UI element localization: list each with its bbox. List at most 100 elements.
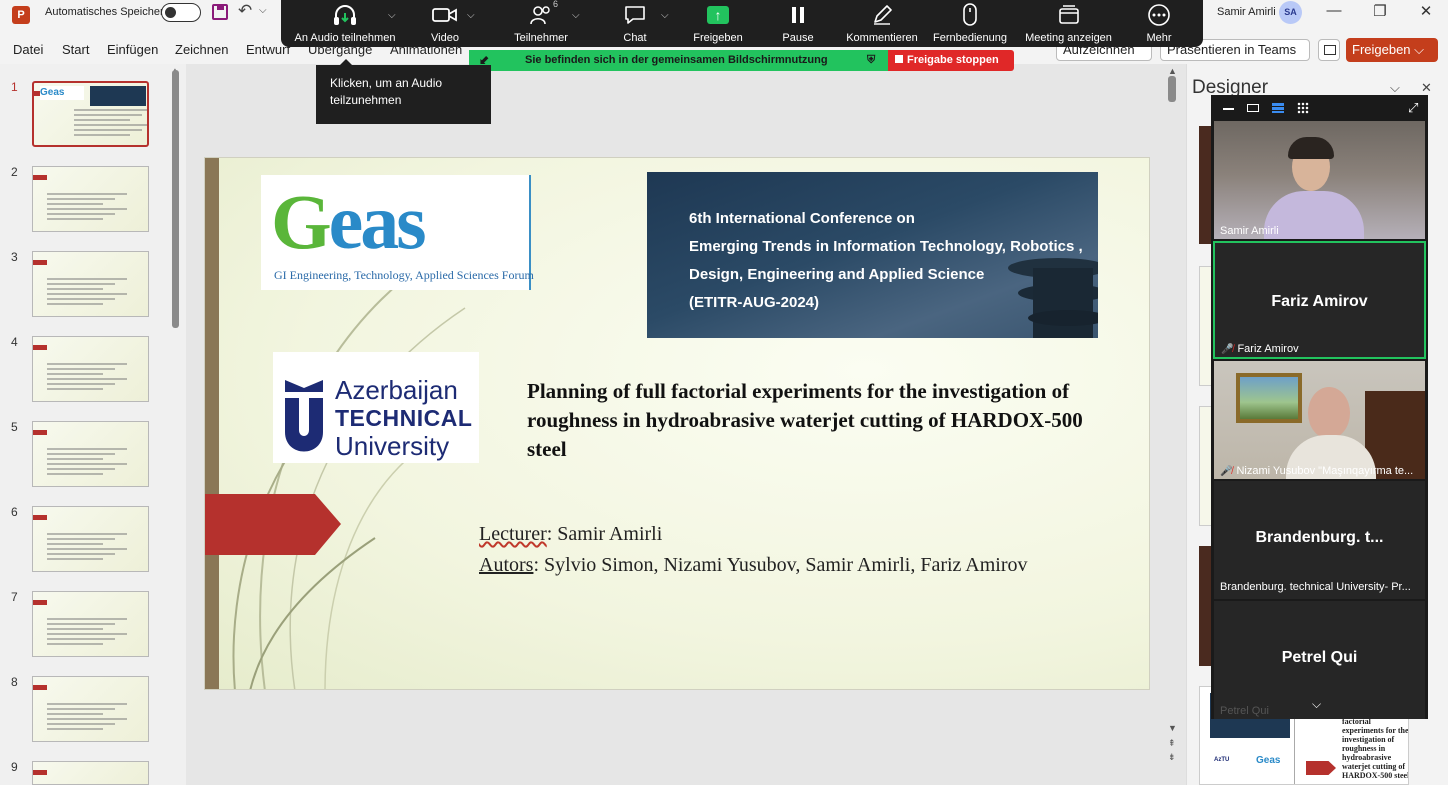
gallery-strip-icon[interactable] bbox=[1272, 103, 1284, 113]
video-button[interactable]: Video bbox=[415, 0, 475, 47]
sharing-banner[interactable]: ⬋ Sie befinden sich in der gemeinsamen B… bbox=[469, 50, 888, 71]
join-audio-button[interactable]: An Audio teilnehmen bbox=[281, 0, 409, 47]
zoom-meeting-toolbar: An Audio teilnehmen ⌵ Video ⌵ 6 Teilnehm… bbox=[281, 0, 1203, 47]
participant-tile[interactable]: Brandenburg. t... Brandenburg. technical… bbox=[1214, 481, 1425, 599]
participant-tile[interactable]: 🎤̸ Nizami Yusubov "Maşınqayırma te... bbox=[1214, 361, 1425, 479]
participant-label: 🎤̸ Nizami Yusubov "Maşınqayırma te... bbox=[1220, 465, 1414, 477]
previous-slide-icon[interactable]: ⇞ bbox=[1168, 738, 1176, 749]
powerpoint-icon: P bbox=[12, 6, 30, 24]
authors-label: Autors bbox=[479, 554, 534, 576]
slide-number: 6 bbox=[11, 505, 18, 519]
stop-share-button[interactable]: Freigabe stoppen bbox=[888, 50, 1014, 71]
chat-button[interactable]: Chat bbox=[605, 0, 665, 47]
slide-number: 3 bbox=[11, 250, 18, 264]
mic-muted-icon: 🎤̸ bbox=[1220, 466, 1233, 477]
scroll-up-icon[interactable]: ▲ bbox=[1168, 66, 1177, 76]
participant-name: Brandenburg. t... bbox=[1255, 529, 1384, 546]
chevron-down-icon[interactable]: ⌵ bbox=[572, 10, 580, 21]
university-line-2: TECHNICAL bbox=[335, 405, 473, 431]
design-thumb-caption: factorial experiments for the investigat… bbox=[1342, 717, 1409, 780]
slide-title[interactable]: Planning of full factorial experiments f… bbox=[527, 377, 1127, 464]
save-icon[interactable] bbox=[212, 4, 228, 20]
slide-thumbnail[interactable] bbox=[32, 761, 149, 785]
conference-line-3: Design, Engineering and Applied Science bbox=[689, 266, 985, 283]
participant-label: Brandenburg. technical University- Pr... bbox=[1220, 581, 1411, 593]
pause-share-button[interactable]: Pause bbox=[768, 0, 828, 47]
meeting-window-icon bbox=[1021, 2, 1116, 28]
chevron-down-icon[interactable]: ⌵ bbox=[259, 5, 267, 16]
remote-control-button[interactable]: Fernbedienung bbox=[930, 0, 1010, 47]
chevron-down-icon[interactable]: ⌵ bbox=[1312, 697, 1321, 712]
fullscreen-icon[interactable]: ⤢ bbox=[1408, 100, 1418, 115]
mic-muted-icon: 🎤̸ bbox=[1221, 344, 1234, 355]
lecturer-value: : Samir Amirli bbox=[546, 523, 663, 545]
share-screen-button[interactable]: ↑ Freigeben bbox=[683, 0, 753, 47]
participant-tile-active[interactable]: Fariz Amirov 🎤̸ Fariz Amirov bbox=[1213, 241, 1426, 359]
tab-zeichnen[interactable]: Zeichnen bbox=[175, 42, 228, 57]
pause-icon bbox=[768, 2, 828, 28]
share-button[interactable]: Freigeben ⌵ bbox=[1346, 38, 1438, 62]
participant-video bbox=[1214, 121, 1425, 239]
close-icon[interactable]: ✕ bbox=[1421, 80, 1432, 96]
grid-view-icon[interactable] bbox=[1297, 102, 1309, 114]
share-button-label: Freigeben bbox=[1352, 42, 1411, 57]
show-meeting-button[interactable]: Meeting anzeigen bbox=[1021, 0, 1116, 47]
minimize-button[interactable]: — bbox=[1319, 2, 1349, 19]
authors-value: : Sylvio Simon, Nizami Yusubov, Samir Am… bbox=[533, 554, 1028, 576]
slide-1[interactable]: Geas GI Engineering, Technology, Applied… bbox=[204, 157, 1150, 690]
tab-einfuegen[interactable]: Einfügen bbox=[107, 42, 158, 57]
tab-start[interactable]: Start bbox=[62, 42, 89, 57]
comment-button[interactable] bbox=[1318, 39, 1340, 61]
university-name: Azerbaijan TECHNICAL University bbox=[335, 376, 472, 460]
annotate-button[interactable]: Kommentieren bbox=[841, 0, 923, 47]
more-button[interactable]: Mehr bbox=[1129, 0, 1189, 47]
minimize-icon[interactable] bbox=[1223, 108, 1234, 110]
participants-button[interactable]: 6 Teilnehmer bbox=[501, 0, 581, 47]
painting-in-background bbox=[1236, 373, 1302, 423]
scroll-down-icon[interactable]: ▼ bbox=[1168, 723, 1177, 733]
chevron-down-icon[interactable]: ⌵ bbox=[1390, 80, 1400, 96]
stop-icon bbox=[895, 55, 903, 63]
slide-number: 9 bbox=[11, 760, 18, 774]
restore-button[interactable]: ❐ bbox=[1365, 2, 1395, 20]
slide-thumbnail[interactable] bbox=[32, 676, 149, 742]
participant-label: 🎤̸ Fariz Amirov bbox=[1221, 343, 1299, 355]
slide-thumbnail[interactable] bbox=[32, 336, 149, 402]
zoom-gallery-view: ⤢ Samir Amirli Fariz Amirov 🎤̸ Fariz Amir… bbox=[1211, 95, 1428, 719]
slide-thumbnail[interactable] bbox=[32, 591, 149, 657]
thumbnail-scrollbar[interactable] bbox=[172, 70, 179, 328]
slide-number: 4 bbox=[11, 335, 18, 349]
slide-thumbnail[interactable] bbox=[32, 421, 149, 487]
participant-label: Samir Amirli bbox=[1220, 225, 1279, 237]
university-line-3: University bbox=[335, 431, 450, 461]
slide-thumbnail[interactable] bbox=[32, 166, 149, 232]
participant-video bbox=[1214, 361, 1425, 479]
video-camera-icon bbox=[415, 2, 475, 28]
slide-thumbnail[interactable]: Geas bbox=[32, 81, 149, 147]
slide-number: 7 bbox=[11, 590, 18, 604]
slide-thumbnail[interactable] bbox=[32, 251, 149, 317]
participant-label: Petrel Qui bbox=[1220, 705, 1269, 717]
participant-name: Petrel Qui bbox=[1281, 649, 1358, 666]
pen-icon bbox=[841, 2, 923, 28]
next-slide-icon[interactable]: ⇟ bbox=[1168, 752, 1176, 763]
chevron-down-icon[interactable]: ⌵ bbox=[467, 10, 475, 21]
speaker-view-icon[interactable] bbox=[1247, 104, 1259, 112]
close-button[interactable]: ✕ bbox=[1411, 2, 1441, 20]
autosave-toggle[interactable] bbox=[161, 3, 201, 22]
canvas-scrollbar[interactable] bbox=[1168, 76, 1176, 102]
avatar[interactable]: SA bbox=[1279, 1, 1302, 24]
slide-number: 8 bbox=[11, 675, 18, 689]
undo-icon[interactable]: ↶ bbox=[238, 1, 252, 21]
authors-line[interactable]: Autors: Sylvio Simon, Nizami Yusubov, Sa… bbox=[479, 554, 1028, 577]
chevron-down-icon[interactable]: ⌵ bbox=[661, 10, 669, 21]
chevron-down-icon[interactable]: ⌵ bbox=[388, 10, 396, 21]
red-arrow-shape bbox=[205, 494, 341, 555]
geas-logo-box: Geas GI Engineering, Technology, Applied… bbox=[261, 175, 534, 290]
slide-thumbnail[interactable] bbox=[32, 506, 149, 572]
sharing-banner-text: Sie befinden sich in der gemeinsamen Bil… bbox=[525, 54, 828, 66]
tab-datei[interactable]: Datei bbox=[13, 42, 43, 57]
lecturer-line[interactable]: Lecturer: Samir Amirli bbox=[479, 523, 662, 546]
participant-tile[interactable]: Samir Amirli bbox=[1214, 121, 1425, 239]
red-arrow-shape bbox=[1306, 761, 1336, 775]
